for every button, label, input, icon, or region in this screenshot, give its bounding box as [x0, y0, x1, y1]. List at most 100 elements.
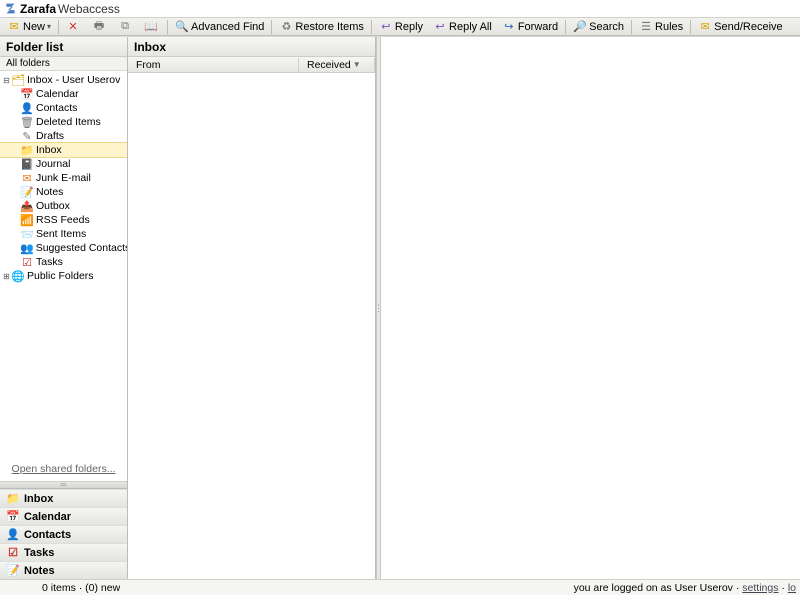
nav-buttons: 📁Inbox 📅Calendar 👤Contacts ☑Tasks 📝Notes: [0, 488, 127, 579]
nav-calendar[interactable]: 📅Calendar: [0, 507, 127, 525]
restore-icon: ♻: [279, 20, 293, 34]
sent-icon: 📨: [20, 228, 34, 241]
forward-icon: ↪: [502, 20, 516, 34]
collapse-icon[interactable]: ⊟: [2, 76, 11, 85]
send-receive-button[interactable]: ✉Send/Receive: [693, 19, 788, 35]
tasks-icon: ☑: [6, 546, 20, 559]
tree-item-notes[interactable]: 📝Notes: [0, 185, 127, 199]
tree-item-outbox[interactable]: 📤Outbox: [0, 199, 127, 213]
folder-list-subtitle: All folders: [0, 57, 127, 71]
logout-link[interactable]: lo: [788, 582, 796, 594]
forward-button[interactable]: ↪Forward: [497, 19, 563, 35]
tree-root-inbox[interactable]: ⊟ 🗂 Inbox - User Userov: [0, 73, 127, 87]
tree-item-calendar[interactable]: 📅Calendar: [0, 87, 127, 101]
reply-button[interactable]: ↩Reply: [374, 19, 428, 35]
restore-items-button[interactable]: ♻Restore Items: [274, 19, 368, 35]
delete-button[interactable]: ✕: [61, 19, 87, 35]
drafts-icon: ✎: [20, 130, 34, 143]
tree-item-suggested[interactable]: 👥Suggested Contacts: [0, 241, 127, 255]
book-icon: 📖: [144, 20, 158, 34]
notes-icon: 📝: [6, 564, 20, 577]
copy-button[interactable]: ⧉: [113, 19, 139, 35]
contacts-icon: 👥: [20, 242, 34, 255]
app-header: Zarafa Webaccess: [0, 0, 800, 18]
separator: [690, 20, 691, 34]
tasks-icon: ☑: [20, 256, 34, 269]
print-icon: 🖶: [92, 20, 106, 34]
journal-icon: 📓: [20, 158, 34, 171]
sort-desc-icon: ▼: [353, 60, 361, 69]
send-receive-icon: ✉: [698, 20, 712, 34]
new-button[interactable]: ✉ New ▾: [2, 19, 56, 35]
app-brand: Zarafa: [20, 2, 56, 16]
junk-icon: ✉: [20, 172, 34, 185]
search-icon: 🔎: [573, 20, 587, 34]
open-shared-link-row: Open shared folders...: [0, 459, 127, 481]
folder-icon: 📁: [6, 492, 20, 505]
nav-notes[interactable]: 📝Notes: [0, 561, 127, 579]
tree-item-rss[interactable]: 📶RSS Feeds: [0, 213, 127, 227]
rules-button[interactable]: ☰Rules: [634, 19, 688, 35]
tree-item-tasks[interactable]: ☑Tasks: [0, 255, 127, 269]
new-mail-icon: ✉: [7, 20, 21, 34]
folder-list-title: Folder list: [0, 37, 127, 57]
main-area: Folder list All folders ⊟ 🗂 Inbox - User…: [0, 36, 800, 579]
separator: [631, 20, 632, 34]
search-button[interactable]: 🔎Search: [568, 19, 629, 35]
reply-icon: ↩: [379, 20, 393, 34]
calendar-icon: 📅: [6, 510, 20, 523]
nav-inbox[interactable]: 📁Inbox: [0, 489, 127, 507]
tree-public-folders[interactable]: ⊞ 🌐 Public Folders: [0, 269, 127, 283]
main-toolbar: ✉ New ▾ ✕ 🖶 ⧉ 📖 🔍Advanced Find ♻Restore …: [0, 18, 800, 36]
mailbox-icon: 🗂: [11, 74, 25, 87]
separator: [565, 20, 566, 34]
nav-tasks[interactable]: ☑Tasks: [0, 543, 127, 561]
message-list[interactable]: [128, 73, 375, 579]
trash-icon: 🗑: [20, 116, 34, 129]
calendar-icon: 📅: [20, 88, 34, 101]
column-from[interactable]: From: [128, 58, 299, 72]
separator: [167, 20, 168, 34]
advanced-find-button[interactable]: 🔍Advanced Find: [170, 19, 269, 35]
reply-all-button[interactable]: ↩Reply All: [428, 19, 497, 35]
zarafa-logo-icon: [4, 2, 17, 15]
contacts-icon: 👤: [20, 102, 34, 115]
copy-icon: ⧉: [118, 20, 132, 34]
tree-item-journal[interactable]: 📓Journal: [0, 157, 127, 171]
column-headers: From Received▼: [128, 57, 375, 73]
expand-icon[interactable]: ⊞: [2, 272, 11, 281]
column-received[interactable]: Received▼: [299, 58, 375, 72]
app-brand-sub: Webaccess: [58, 2, 120, 16]
tree-item-inbox[interactable]: 📁Inbox: [0, 143, 127, 157]
notes-icon: 📝: [20, 186, 34, 199]
tree-item-deleted[interactable]: 🗑Deleted Items: [0, 115, 127, 129]
separator: [371, 20, 372, 34]
print-button[interactable]: 🖶: [87, 19, 113, 35]
settings-link[interactable]: settings: [742, 582, 778, 594]
status-user: User Userov: [675, 582, 733, 594]
tree-item-junk[interactable]: ✉Junk E-mail: [0, 171, 127, 185]
separator: [271, 20, 272, 34]
nav-contacts[interactable]: 👤Contacts: [0, 525, 127, 543]
separator: [58, 20, 59, 34]
search-icon: 🔍: [175, 20, 189, 34]
tree-item-contacts[interactable]: 👤Contacts: [0, 101, 127, 115]
rules-icon: ☰: [639, 20, 653, 34]
dropdown-icon: ▾: [47, 22, 51, 31]
status-bar: 0 items · (0) new you are logged on as U…: [0, 579, 800, 595]
nav-grip[interactable]: ═: [0, 481, 127, 488]
contacts-icon: 👤: [6, 528, 20, 541]
list-title: Inbox: [128, 37, 375, 57]
delete-icon: ✕: [66, 20, 80, 34]
tree-item-drafts[interactable]: ✎Drafts: [0, 129, 127, 143]
reply-all-icon: ↩: [433, 20, 447, 34]
status-right: you are logged on as User Userov · setti…: [574, 582, 796, 594]
folder-tree: ⊟ 🗂 Inbox - User Userov 📅Calendar 👤Conta…: [0, 71, 127, 459]
public-folder-icon: 🌐: [11, 270, 25, 283]
address-book-button[interactable]: 📖: [139, 19, 165, 35]
open-shared-folders-link[interactable]: Open shared folders...: [12, 463, 116, 475]
preview-pane: [381, 37, 800, 579]
folder-icon: 📁: [20, 144, 34, 157]
tree-item-sent[interactable]: 📨Sent Items: [0, 227, 127, 241]
outbox-icon: 📤: [20, 200, 34, 213]
